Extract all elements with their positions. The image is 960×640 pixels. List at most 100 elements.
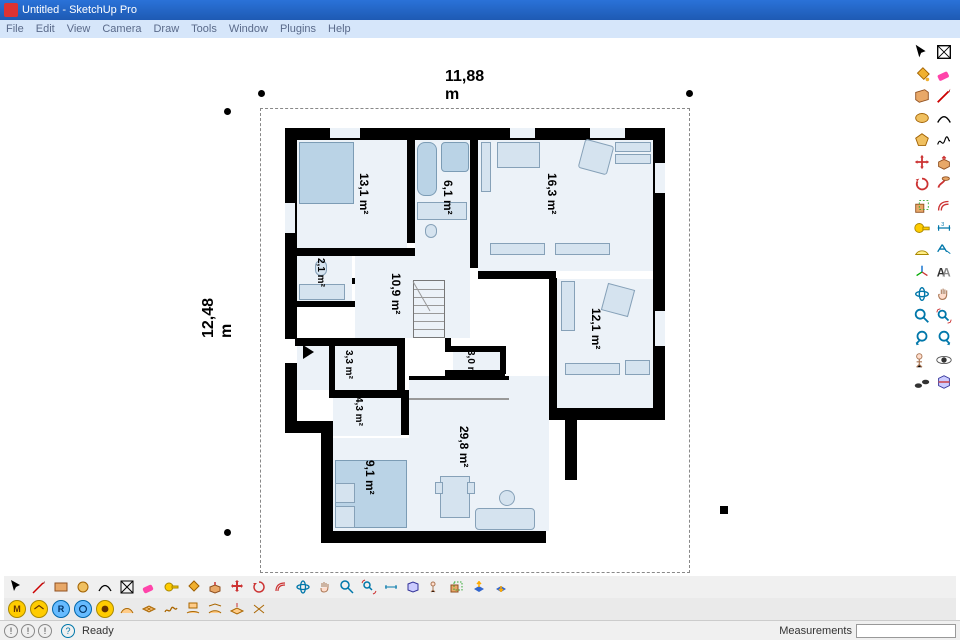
line-tool-icon[interactable] [934, 86, 954, 106]
large-tool-set: 3 AA [912, 38, 956, 392]
sandbox-smoove-icon[interactable] [162, 600, 180, 618]
menu-window[interactable]: Window [229, 23, 268, 35]
look-around-tool-icon[interactable] [934, 350, 954, 370]
offset-tool-icon[interactable] [272, 578, 290, 596]
rectangle-tool-icon[interactable] [52, 578, 70, 596]
text-tool-icon[interactable] [934, 240, 954, 260]
room-area-label: 12,1 m² [589, 308, 603, 349]
push-pull-tool-icon[interactable] [934, 152, 954, 172]
position-camera-tool-icon[interactable] [426, 578, 444, 596]
share-model-tool-icon[interactable] [492, 578, 510, 596]
help-icon[interactable]: ? [61, 624, 75, 638]
section-plane-tool-icon[interactable] [934, 372, 954, 392]
make-component-tool-icon[interactable] [934, 42, 954, 62]
status-bar: ! ! ! ? Ready Measurements [0, 620, 960, 640]
freehand-tool-icon[interactable] [934, 130, 954, 150]
get-models-tool-icon[interactable] [470, 578, 488, 596]
eraser-tool-icon[interactable] [934, 64, 954, 84]
scale-tool-icon[interactable] [912, 196, 932, 216]
orbit-tool-icon[interactable] [294, 578, 312, 596]
pan-tool-icon[interactable] [316, 578, 334, 596]
entry-arrow-icon [303, 345, 314, 359]
dimension-tool-icon[interactable] [382, 578, 400, 596]
axes-tool-icon[interactable] [912, 262, 932, 282]
sandbox-drape-icon[interactable] [206, 600, 224, 618]
sandbox-tool-icon[interactable] [74, 600, 92, 618]
make-component-tool-icon[interactable] [118, 578, 136, 596]
paint-bucket-tool-icon[interactable] [184, 578, 202, 596]
paint-bucket-tool-icon[interactable] [912, 64, 932, 84]
scale-tool-icon[interactable] [448, 578, 466, 596]
sandbox-tool-icon[interactable] [30, 600, 48, 618]
sandbox-tool-r-icon[interactable]: R [52, 600, 70, 618]
circle-tool-icon[interactable] [912, 108, 932, 128]
dimension-tool-icon[interactable]: 3 [934, 218, 954, 238]
menu-camera[interactable]: Camera [102, 23, 141, 35]
previous-view-tool-icon[interactable] [912, 328, 932, 348]
rectangle-tool-icon[interactable] [912, 86, 932, 106]
menu-bar: File Edit View Camera Draw Tools Window … [0, 20, 960, 38]
orbit-tool-icon[interactable] [912, 284, 932, 304]
zoom-tool-icon[interactable] [338, 578, 356, 596]
circle-tool-icon[interactable] [74, 578, 92, 596]
dim-width-label: 11,88 m [445, 68, 484, 104]
sandbox-tool-m-icon[interactable]: M [8, 600, 26, 618]
menu-edit[interactable]: Edit [36, 23, 55, 35]
window-title: Untitled - SketchUp Pro [22, 4, 137, 16]
measurements-label: Measurements [779, 625, 852, 637]
measurements-input[interactable] [856, 624, 956, 638]
room-area-label: 29,8 m² [457, 426, 471, 467]
arc-tool-icon[interactable] [96, 578, 114, 596]
sandbox-add-detail-icon[interactable] [228, 600, 246, 618]
push-pull-tool-icon[interactable] [206, 578, 224, 596]
menu-tools[interactable]: Tools [191, 23, 217, 35]
zoom-tool-icon[interactable] [912, 306, 932, 326]
sandbox-flip-edge-icon[interactable] [250, 600, 268, 618]
select-tool-icon[interactable] [912, 42, 932, 62]
app-icon [4, 3, 18, 17]
menu-view[interactable]: View [67, 23, 91, 35]
menu-draw[interactable]: Draw [153, 23, 179, 35]
zoom-extents-tool-icon[interactable] [360, 578, 378, 596]
room-area-label: 4,3 m² [353, 397, 364, 426]
sandbox-tool-icon[interactable] [96, 600, 114, 618]
sandbox-from-contours-icon[interactable] [118, 600, 136, 618]
eraser-tool-icon[interactable] [140, 578, 158, 596]
protractor-tool-icon[interactable] [912, 240, 932, 260]
sandbox-stamp-icon[interactable] [184, 600, 202, 618]
menu-help[interactable]: Help [328, 23, 351, 35]
position-camera-tool-icon[interactable] [912, 350, 932, 370]
tape-measure-tool-icon[interactable] [912, 218, 932, 238]
line-tool-icon[interactable] [30, 578, 48, 596]
arc-tool-icon[interactable] [934, 108, 954, 128]
svg-text:A: A [942, 267, 951, 280]
tape-measure-tool-icon[interactable] [162, 578, 180, 596]
select-tool-icon[interactable] [8, 578, 26, 596]
drawing-canvas[interactable]: 11,88 m 12,48 m [0, 38, 908, 578]
next-view-tool-icon[interactable] [934, 328, 954, 348]
walk-tool-icon[interactable] [912, 372, 932, 392]
zoom-extents-tool-icon[interactable] [934, 306, 954, 326]
move-tool-icon[interactable] [912, 152, 932, 172]
room-area-label: 3,0 m² [465, 350, 476, 379]
menu-file[interactable]: File [6, 23, 24, 35]
status-icon[interactable]: ! [4, 624, 18, 638]
pan-tool-icon[interactable] [934, 284, 954, 304]
section-plane-tool-icon[interactable] [404, 578, 422, 596]
3d-text-tool-icon[interactable]: AA [934, 262, 954, 282]
room-area-label: 9,1 m² [363, 460, 377, 495]
status-icon[interactable]: ! [38, 624, 52, 638]
rotate-tool-icon[interactable] [912, 174, 932, 194]
dim-marker [224, 529, 231, 536]
move-tool-icon[interactable] [228, 578, 246, 596]
bottom-toolbar-main [4, 576, 956, 598]
follow-me-tool-icon[interactable] [934, 174, 954, 194]
room-area-label: 13,1 m² [357, 173, 371, 214]
offset-tool-icon[interactable] [934, 196, 954, 216]
status-icon[interactable]: ! [21, 624, 35, 638]
menu-plugins[interactable]: Plugins [280, 23, 316, 35]
sandbox-from-scratch-icon[interactable] [140, 600, 158, 618]
plan-drawing: 13,1 m² 6,1 m² 16,3 m² 2,1 m² 10,9 m² 12… [285, 128, 665, 543]
polygon-tool-icon[interactable] [912, 130, 932, 150]
rotate-tool-icon[interactable] [250, 578, 268, 596]
